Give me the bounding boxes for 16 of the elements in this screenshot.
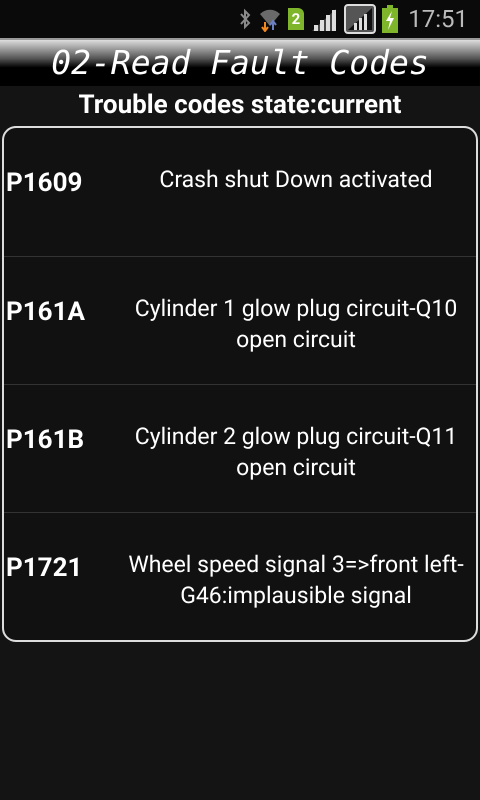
fault-description: Cylinder 1 glow plug circuit-Q10 open circuit — [134, 294, 458, 355]
battery-charging-icon — [382, 5, 398, 33]
status-time: 17:51 — [408, 4, 468, 35]
state-heading: Trouble codes state:current — [78, 89, 402, 122]
sim-card-badge: 2 — [288, 8, 304, 30]
fault-description: Crash shut Down activated — [158, 165, 434, 195]
fault-description: Cylinder 2 glow plug circuit-Q11 open circuit — [134, 422, 458, 483]
fault-description: Wheel speed signal 3=>front left-G46:implausible signal — [127, 550, 465, 611]
fault-code: P161A — [6, 296, 86, 329]
signal-icon — [344, 4, 376, 34]
screen-title: 02-Read Fault Codes — [51, 42, 429, 84]
fault-code: P1721 — [6, 552, 84, 585]
signal-icon — [310, 6, 338, 32]
fault-code: P1609 — [6, 167, 84, 200]
bluetooth-icon — [238, 8, 252, 30]
fault-code: P161B — [6, 424, 86, 457]
